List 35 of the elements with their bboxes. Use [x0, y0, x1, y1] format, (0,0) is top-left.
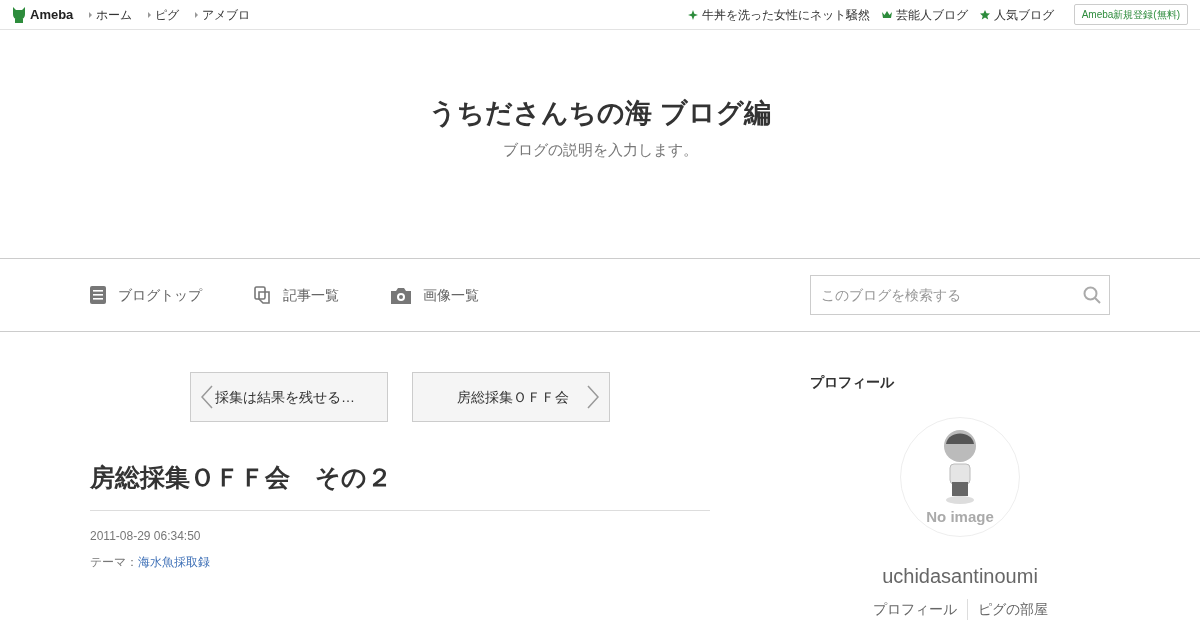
no-image-label: No image — [926, 506, 994, 527]
register-button[interactable]: Ameba新規登録(無料) — [1073, 4, 1188, 25]
blog-description: ブログの説明を入力します。 — [502, 139, 698, 160]
profile-heading: プロフィール — [810, 373, 895, 392]
chevron-left-icon — [201, 385, 213, 409]
sparkle-icon — [687, 9, 698, 20]
copy-icon — [254, 286, 271, 304]
profile-name: uchidasantinoumi — [881, 564, 1039, 589]
camera-icon — [391, 286, 411, 304]
trending-link[interactable]: 牛丼を洗った女性にネット騒然 — [687, 5, 870, 24]
search-icon[interactable] — [1083, 286, 1101, 304]
nav-link[interactable]: ブログトップ — [90, 284, 202, 306]
logo-link[interactable]: Ameba — [12, 4, 74, 25]
top-link[interactable]: ホーム — [89, 5, 133, 24]
theme-label: テーマ： — [90, 555, 138, 569]
top-link[interactable]: ピグ — [148, 5, 180, 24]
crown-icon — [881, 9, 892, 20]
trending-link[interactable]: 人気ブログ — [979, 5, 1054, 24]
document-icon — [90, 286, 106, 304]
theme-link[interactable]: 海水魚採取録 — [138, 555, 210, 569]
post-date: 2011-08-29 06:34:50 — [90, 528, 202, 545]
search-field[interactable]: このブログを検索する — [810, 275, 1110, 315]
logo-icon — [12, 6, 26, 23]
next-post-button[interactable]: 房総採集ＯＦＦ会 — [412, 372, 610, 422]
star-icon — [979, 9, 990, 20]
top-link[interactable]: アメブロ — [195, 5, 251, 24]
chevron-right-icon — [587, 385, 599, 409]
article-title: 房総採集ＯＦＦ会 その２ — [90, 462, 710, 511]
profile-link[interactable]: プロフィール — [862, 599, 967, 620]
profile-link[interactable]: ピグの部屋 — [966, 599, 1058, 620]
nav-link[interactable]: 画像一覧 — [391, 284, 479, 306]
nav-link[interactable]: 記事一覧 — [254, 284, 339, 306]
trending-link[interactable]: 芸能人ブログ — [881, 5, 968, 24]
blog-title: うちださんちの海 ブログ編 — [429, 96, 771, 129]
previous-post-button[interactable]: 採集は結果を残せる… — [190, 372, 388, 422]
